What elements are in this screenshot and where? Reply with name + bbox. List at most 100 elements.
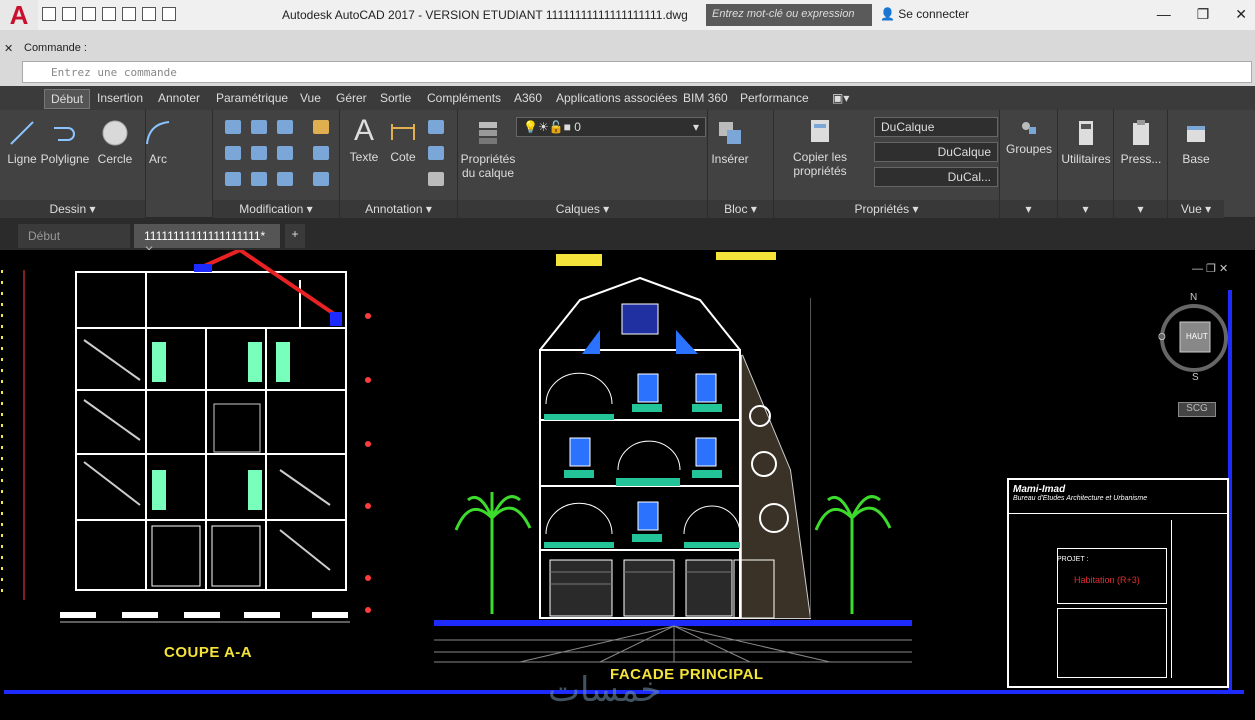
panel-dessin-title[interactable]: Dessin ▾ <box>0 200 145 218</box>
lineweight-dropdown[interactable]: DuCal... <box>874 167 998 187</box>
panel-presse-papiers-foot[interactable]: ▾ <box>1114 200 1167 218</box>
title-block-firm: Mami-Imad <box>1013 484 1066 495</box>
arc-icon <box>146 121 170 145</box>
rotate-icon[interactable] <box>251 120 267 134</box>
panel-utilitaires-foot[interactable]: ▾ <box>1058 200 1113 218</box>
viewport-controls[interactable]: — ❐ ✕ <box>1192 262 1228 275</box>
panel-modification: Modification ▾ <box>212 110 340 218</box>
panel-groupes-foot[interactable]: ▾ <box>1000 200 1057 218</box>
match-properties-button[interactable]: Copier les propriétés <box>778 116 862 178</box>
panel-modification-title[interactable]: Modification ▾ <box>213 200 339 218</box>
clipboard-button[interactable]: Press... <box>1114 118 1168 166</box>
copy-icon[interactable] <box>225 146 241 160</box>
lineweight-value: DuCal... <box>947 170 991 184</box>
command-close-icon[interactable]: ✕ <box>4 42 13 55</box>
new-file-icon[interactable] <box>42 7 56 21</box>
utilities-button[interactable]: Utilitaires <box>1058 118 1114 166</box>
tab-bim360[interactable]: BIM 360 <box>683 91 728 105</box>
viewcube[interactable]: HAUT N S O <box>1158 292 1228 384</box>
panel-annotation-title[interactable]: Annotation ▾ <box>340 200 457 218</box>
tab-sortie[interactable]: Sortie <box>380 91 411 105</box>
command-label: Commande : <box>24 42 87 54</box>
leader-icon[interactable] <box>428 120 444 134</box>
panel-vue-title-text: Vue <box>1180 202 1202 216</box>
color-dropdown[interactable]: DuCalque <box>874 117 998 137</box>
panel-proprietes-title[interactable]: Propriétés ▾ <box>774 200 999 218</box>
line-label: Ligne <box>7 152 37 166</box>
linetype-dropdown[interactable]: DuCalque <box>874 142 998 162</box>
array-icon[interactable] <box>277 172 293 186</box>
tab-start[interactable]: Début <box>18 224 130 248</box>
offset-icon[interactable] <box>313 172 329 186</box>
viewcube-top-label[interactable]: HAUT <box>1186 332 1208 341</box>
utilities-label: Utilitaires <box>1061 152 1111 166</box>
panel-proprietes: Copier les propriétés DuCalque DuCalque … <box>774 110 1000 218</box>
scale-icon[interactable] <box>251 172 267 186</box>
tab-complements[interactable]: Compléments <box>427 91 501 105</box>
search-input[interactable]: Entrez mot-clé ou expression <box>706 4 872 26</box>
layer-properties-button[interactable]: Propriétés du calque <box>460 118 516 180</box>
line-button[interactable]: Ligne <box>6 118 38 166</box>
groups-button[interactable]: Groupes <box>1002 118 1056 156</box>
tab-insertion[interactable]: Insertion <box>97 91 143 105</box>
arc-button[interactable]: Arc <box>142 118 174 166</box>
text-icon: A <box>353 114 374 147</box>
new-tab-button[interactable]: + <box>285 224 305 248</box>
open-file-icon[interactable] <box>62 7 76 21</box>
panel-calques-title[interactable]: Calques ▾ <box>458 200 707 218</box>
polyline-button[interactable]: Polyligne <box>40 118 90 166</box>
layer-dropdown[interactable]: 💡☀🔓■ 0 ▾ <box>516 117 706 137</box>
move-icon[interactable] <box>225 120 241 134</box>
explode-icon[interactable] <box>313 146 329 160</box>
panel-groupes: Groupes ▾ <box>1000 110 1058 218</box>
panel-vue-title[interactable]: Vue ▾ <box>1168 200 1224 218</box>
erase-icon[interactable] <box>313 120 329 134</box>
chevron-down-icon: ▾ <box>692 120 699 134</box>
save-icon[interactable] <box>82 7 96 21</box>
tab-vue[interactable]: Vue <box>300 91 321 105</box>
print-icon[interactable] <box>122 7 136 21</box>
minimize-icon[interactable]: — <box>1157 6 1171 23</box>
tab-a360[interactable]: A360 <box>514 91 542 105</box>
table-icon[interactable] <box>428 172 444 186</box>
close-icon[interactable]: ✕ <box>1235 6 1247 23</box>
insert-label: Insérer <box>711 152 749 166</box>
polyline-label: Polyligne <box>40 152 90 166</box>
application-menu-button[interactable]: A <box>0 0 38 30</box>
fillet-icon[interactable] <box>277 146 293 160</box>
insert-button[interactable]: Insérer <box>710 118 750 166</box>
section-title: COUPE A-A <box>164 644 253 661</box>
tab-applications-associees[interactable]: Applications associées <box>556 91 677 105</box>
info-column <box>1171 520 1225 678</box>
base-button[interactable]: Base <box>1168 118 1224 166</box>
tab-performance[interactable]: Performance <box>740 91 809 105</box>
ucs-menu-button[interactable]: SCG <box>1178 402 1216 417</box>
color-value: DuCalque <box>881 120 935 134</box>
redo-icon[interactable] <box>162 7 176 21</box>
circle-button[interactable]: Cercle <box>96 118 134 166</box>
trim-icon[interactable] <box>277 120 293 134</box>
group-icon <box>1022 122 1036 134</box>
tab-current-drawing[interactable]: 11111111111111111111* ✕ <box>134 224 280 257</box>
command-input[interactable]: Entrez une commande <box>22 61 1252 83</box>
ribbon-tabs: Début Insertion Annoter Paramétrique Vue… <box>0 86 1255 110</box>
tab-gerer[interactable]: Gérer <box>336 91 367 105</box>
undo-icon[interactable] <box>142 7 156 21</box>
sign-in-button[interactable]: 👤 Se connecter <box>880 7 969 21</box>
text-button[interactable]: A Texte <box>346 114 382 165</box>
compass-west: O <box>1158 332 1166 343</box>
stretch-icon[interactable] <box>225 172 241 186</box>
panel-proprietes-title-text: Propriétés <box>854 202 910 216</box>
tab-debut[interactable]: Début <box>44 89 91 109</box>
restore-icon[interactable]: ❐ <box>1197 6 1210 23</box>
layer-properties-icon <box>479 122 497 144</box>
mirror-icon[interactable] <box>251 146 267 160</box>
multileader-icon[interactable] <box>428 146 444 160</box>
dimension-button[interactable]: Cote <box>386 116 420 164</box>
ribbon-options-icon[interactable]: ▣▾ <box>832 91 849 105</box>
panel-bloc-title[interactable]: Bloc ▾ <box>708 200 773 218</box>
window-title: Autodesk AutoCAD 2017 - VERSION ETUDIANT… <box>282 8 688 22</box>
save-as-icon[interactable] <box>102 7 116 21</box>
tab-annoter[interactable]: Annoter <box>158 91 200 105</box>
tab-parametrique[interactable]: Paramétrique <box>216 91 288 105</box>
